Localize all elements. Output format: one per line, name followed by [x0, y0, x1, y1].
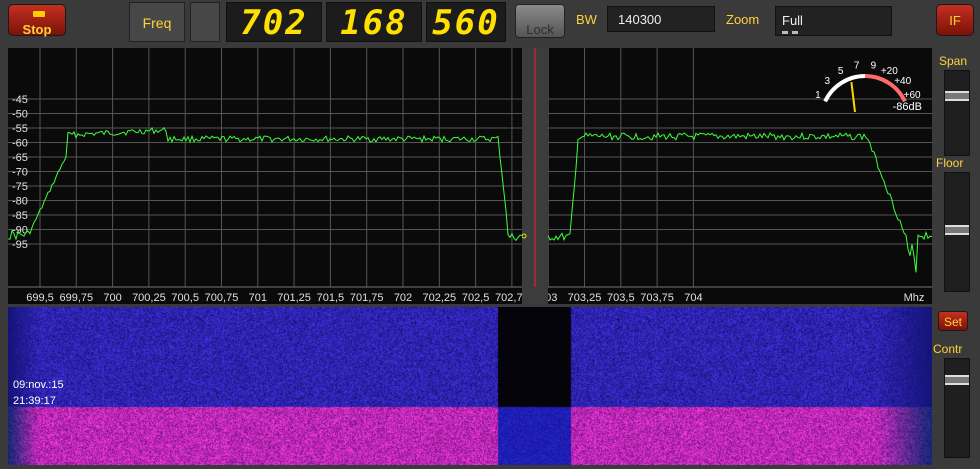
smeter-scale-label: 3 [825, 76, 831, 87]
x-tick-label: 700,75 [205, 292, 239, 304]
x-tick-label: 703,25 [568, 292, 602, 304]
span-slider[interactable] [944, 70, 970, 156]
x-tick-label: 701,5 [317, 292, 345, 304]
freq-digits-mhz[interactable]: 702 [226, 2, 322, 43]
x-tick-label: 702 [394, 292, 412, 304]
x-tick-label: 703,75 [640, 292, 674, 304]
x-tick-label: 703,5 [607, 292, 635, 304]
freq-blank-box [190, 2, 220, 42]
contr-slider-handle[interactable] [945, 375, 969, 385]
waterfall-canvas [8, 307, 932, 465]
spectrum-plot: -45-50-55-60-65-70-75-80-85-90-95699,5 69… [8, 48, 932, 304]
bw-input[interactable]: 140300 [607, 6, 715, 32]
x-tick-label: 701,25 [277, 292, 311, 304]
lock-label: Lock [526, 22, 554, 37]
contr-label: Contr [933, 342, 963, 356]
spectrum-panel[interactable]: -45 -50 -55 -60 -65 -70 -75 -80 -85 -90 -95 699,5 69… [8, 48, 932, 304]
y-tick-label: -85 [12, 210, 28, 222]
y-tick-label: -50 [12, 109, 28, 121]
if-button[interactable]: IF [936, 4, 974, 36]
lock-button[interactable]: Lock [515, 4, 565, 38]
stop-button[interactable]: Stop [8, 4, 66, 37]
waterfall-time: 21:39:17 [13, 395, 56, 407]
x-unit-label: Mhz [904, 292, 925, 304]
zoom-indicator-icon [782, 31, 798, 37]
stop-led-icon [33, 11, 45, 17]
freq-label[interactable]: Freq [129, 2, 185, 42]
smeter-scale-label: +60 [904, 90, 921, 101]
x-tick-label: 702,25 [422, 292, 456, 304]
set-button[interactable]: Set [938, 311, 968, 331]
x-tick-label: 699,5 [26, 292, 54, 304]
smeter-needle [850, 82, 856, 113]
span-slider-handle[interactable] [945, 91, 969, 101]
bw-label: BW [576, 12, 597, 27]
y-tick-label: -60 [12, 138, 28, 150]
center-marker-overlay [522, 48, 536, 287]
x-tick-label: 700,25 [132, 292, 166, 304]
x-tick-label: 702,5 [462, 292, 490, 304]
smeter-scale-label: 9 [871, 61, 877, 72]
floor-slider-handle[interactable] [945, 225, 969, 235]
x-tick-label: 700,5 [171, 292, 199, 304]
freq-digits-hz[interactable]: 560 [426, 2, 506, 43]
y-tick-label: -70 [12, 167, 28, 179]
floor-label: Floor [936, 156, 964, 170]
y-tick-label: -65 [12, 152, 28, 164]
y-tick-label: -95 [12, 239, 28, 251]
zoom-value: Full [782, 13, 803, 28]
freq-digits-khz[interactable]: 168 [326, 2, 422, 43]
contr-slider[interactable] [944, 358, 970, 458]
waterfall-date: 09:nov.:15 [13, 379, 64, 391]
smeter-scale-label: 7 [854, 61, 860, 72]
smeter-scale-label: +40 [894, 76, 911, 87]
zoom-label: Zoom [726, 12, 760, 27]
x-tick-label: 700 [103, 292, 121, 304]
y-tick-label: -80 [12, 196, 28, 208]
x-tick-label: 701,75 [350, 292, 384, 304]
floor-slider[interactable] [944, 172, 970, 292]
frequency-marker-dot [522, 233, 527, 239]
smeter-scale-label: 5 [838, 66, 844, 77]
waterfall-panel[interactable]: 09:nov.:15 21:39:17 [8, 307, 932, 465]
smeter-arc-normal [823, 74, 866, 103]
x-tick-label: 701 [249, 292, 267, 304]
x-tick-label: 699,75 [59, 292, 93, 304]
stop-label: Stop [22, 22, 52, 37]
x-tick-label: 704 [684, 292, 702, 304]
s-meter: 135 7 9 +20+40+60-86dB [815, 61, 922, 113]
y-tick-label: -45 [12, 94, 28, 106]
zoom-select[interactable]: Full [775, 6, 892, 36]
y-tick-label: -55 [12, 123, 28, 135]
smeter-scale-label: 1 [815, 90, 821, 101]
y-tick-label: -75 [12, 181, 28, 193]
smeter-reading: -86dB [893, 101, 922, 113]
span-label: Span [939, 54, 968, 68]
